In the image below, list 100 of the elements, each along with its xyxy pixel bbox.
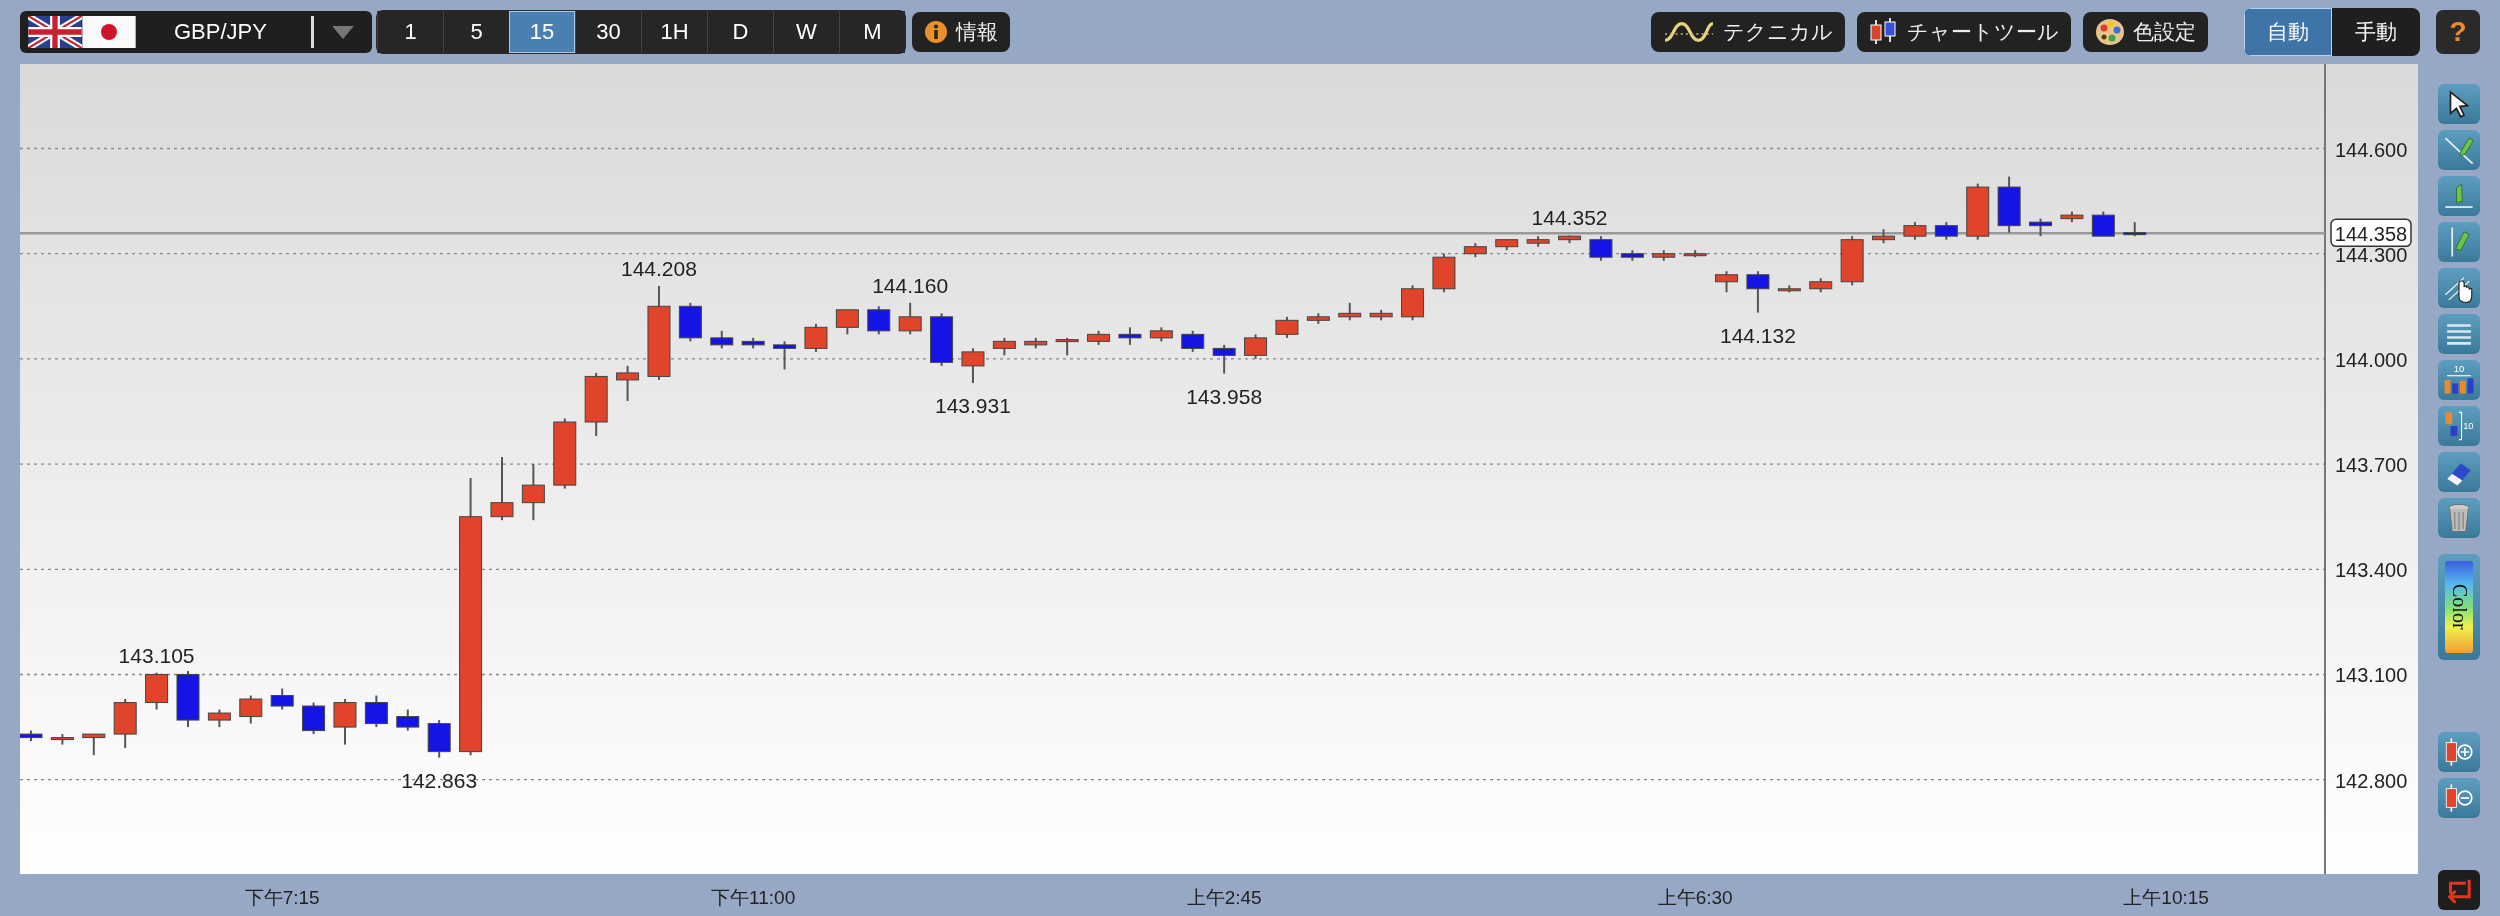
price-axis-label: 144.000 [2335,348,2408,371]
candlestick [176,669,200,729]
candlestick [333,698,357,746]
color-settings-button[interactable]: 色設定 [2083,12,2208,52]
candlestick [2029,217,2053,238]
candlestick [1338,301,1362,322]
japan-flag-icon [82,16,136,48]
candlestick [364,694,388,729]
candlestick [1055,336,1079,357]
price-label: 142.863 [401,768,478,792]
candlestick [2091,210,2115,238]
price-label: 144.352 [1531,206,1608,230]
candlestick [1495,238,1519,252]
price-axis-label: 144.600 [2335,138,2408,161]
caret-icon[interactable] [332,25,354,39]
info-button[interactable]: 情報 [912,12,1010,52]
price-label: 143.931 [935,394,1011,418]
candlestick [835,309,859,336]
candlestick [741,336,765,350]
timeframe-tab[interactable]: 15 [509,11,575,53]
candlestick [710,329,734,350]
zoom-in-button[interactable] [2438,732,2480,772]
candlestick [20,729,43,743]
timeframe-tab[interactable]: D [707,11,773,53]
time-axis-label: 上午10:15 [2123,887,2209,908]
price-label: 144.132 [1719,323,1796,347]
timeframe-tab[interactable]: 30 [575,11,641,53]
color-button[interactable]: Color [2438,554,2480,660]
candlestick [427,719,451,759]
eraser-button[interactable] [2438,452,2480,492]
candlestick [1620,249,1644,262]
time-axis-label: 上午6:30 [1657,887,1733,908]
candlestick [1903,221,1927,241]
candlestick [678,301,702,343]
candlestick [1306,312,1330,325]
candlestick [1966,182,1990,241]
horizontal-line-tool-button[interactable] [2438,176,2480,216]
candlestick [1683,249,1707,259]
candlestick [302,701,326,736]
candlestick [1715,270,1739,294]
uk-flag-icon [28,16,82,48]
candlestick [1777,284,1801,294]
lines-tool-button[interactable] [2438,314,2480,354]
candlestick [50,733,74,746]
mode-toggle-button[interactable]: 自動 [2244,8,2332,56]
technical-button[interactable]: テクニカル [1651,12,1845,52]
palette-icon [2095,17,2125,47]
time-axis-label: 上午2:45 [1186,887,1262,908]
candlestick [1212,343,1236,375]
time-axis-label: 下午11:00 [711,887,796,908]
hand-tool-button[interactable] [2438,268,2480,308]
candlestick [490,456,514,522]
trend-line-tool-button[interactable] [2438,130,2480,170]
candlestick [1244,333,1268,360]
candlestick [2123,221,2147,238]
wave-icon [1663,19,1715,45]
chart-tools-button[interactable]: チャートツール [1857,12,2071,52]
symbol-selector[interactable]: GBP/JPY [20,11,372,53]
current-price-tag: 144.358 [2330,218,2412,248]
candlestick [1369,308,1393,322]
candlestick [1589,235,1613,262]
timeframe-tab[interactable]: 1H [641,11,707,53]
candlestick [1463,242,1487,259]
time-axis-label: 下午7:15 [244,887,320,908]
price-label: 143.105 [118,643,195,667]
candlestick [1997,175,2021,234]
candlestick [961,347,985,385]
candlestick [1746,270,1770,314]
zoom-out-button[interactable] [2438,778,2480,818]
candlestick [1181,329,1205,353]
candlestick [1809,277,1833,294]
price-label: 143.958 [1186,384,1263,408]
candlestick [584,371,608,438]
candlestick [898,301,922,336]
candlestick [867,305,891,336]
candlestick [1840,235,1864,287]
candlestick [1401,284,1425,322]
delete-all-button[interactable] [2438,498,2480,538]
timeframe-tab[interactable]: 5 [443,11,509,53]
pointer-tool-button[interactable] [2438,84,2480,124]
vertical-line-tool-button[interactable] [2438,222,2480,262]
candlestick [1934,221,1958,241]
exit-button[interactable] [2438,870,2480,910]
timeframe-tab[interactable]: 1 [377,11,443,53]
candlestick [1652,249,1676,262]
candlestick [1872,228,1896,245]
price-axis-label: 142.800 [2335,769,2408,792]
candlestick [1432,252,1456,294]
candlestick [145,671,169,711]
price-axis-label: 143.700 [2335,454,2408,477]
mode-toggle-button[interactable]: 手動 [2332,8,2420,56]
timeframe-tab[interactable]: M [839,11,905,53]
candlestick [1558,234,1582,245]
price-label: 144.208 [621,256,697,280]
help-button[interactable]: ? [2436,10,2480,54]
color-gradient-icon: Color [2445,561,2473,653]
timeframe-tab[interactable]: W [773,11,839,53]
price-axis-label: 143.400 [2335,559,2408,582]
candlestick [396,708,420,732]
price-label: 144.160 [872,273,949,297]
